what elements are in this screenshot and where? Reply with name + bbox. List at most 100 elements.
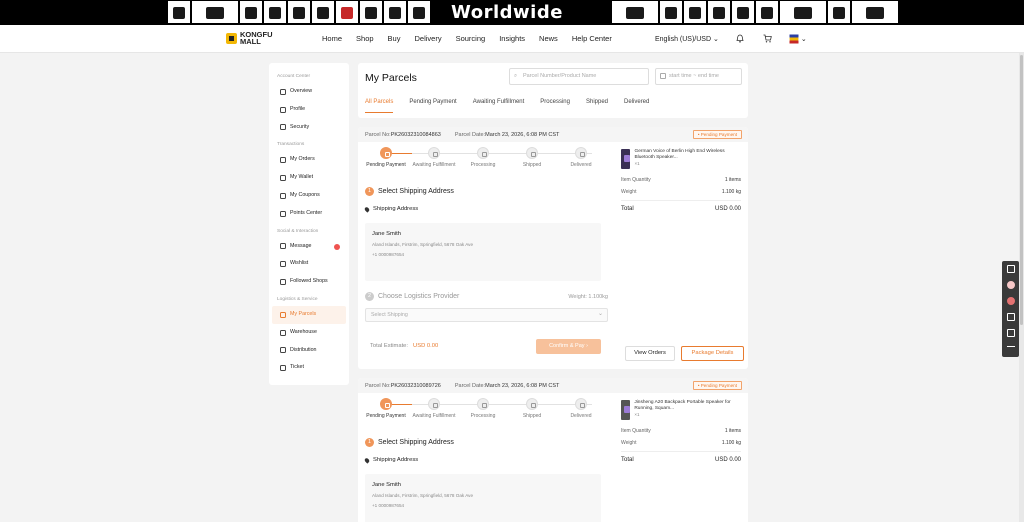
product-name: Jinsheng A20 Backpack Portable Speaker f… <box>634 400 731 411</box>
bell-icon[interactable] <box>733 34 747 45</box>
tab-processing[interactable]: Processing <box>540 96 570 113</box>
parcel-search-input[interactable]: ⌕ Parcel Number/Product Name <box>509 68 649 85</box>
nav-home[interactable]: Home <box>322 25 342 53</box>
total-estimate: Total Estimate: USD 0.00 <box>370 343 439 349</box>
language-selector[interactable]: English (US)/USD ⌄ <box>655 35 719 43</box>
banner-product-icon <box>660 1 682 23</box>
step-awaiting-fulfillment: Awaiting Fulfillment <box>410 398 458 419</box>
logistics-select[interactable]: Select Shipping <box>365 308 608 322</box>
sidebar-item-ticket[interactable]: Ticket <box>272 359 346 377</box>
status-badge: • Pending Payment <box>692 381 742 390</box>
banner-title: Worldwide Shopping <box>451 2 563 48</box>
site-logo[interactable]: KONGFU MALL <box>226 31 273 45</box>
sidebar-item-message[interactable]: Message <box>272 238 346 256</box>
item-quantity-row: Item Quantity 1 items <box>621 177 741 183</box>
tab-all-parcels[interactable]: All Parcels <box>365 96 394 113</box>
nav-delivery[interactable]: Delivery <box>414 25 441 53</box>
sidebar-item-warehouse[interactable]: Warehouse <box>272 324 346 342</box>
parcel-icon <box>280 311 286 318</box>
truck-icon <box>526 398 538 410</box>
logo-text-mall: MALL <box>240 37 261 46</box>
cart-icon[interactable] <box>761 34 775 45</box>
location-pin-icon <box>363 456 371 464</box>
nav-news[interactable]: News <box>539 25 558 53</box>
tab-shipped[interactable]: Shipped <box>586 96 608 113</box>
total-row: Total USD 0.00 <box>621 451 741 467</box>
sidebar-item-security[interactable]: Security <box>272 119 346 137</box>
sidebar-item-my-parcels[interactable]: My Parcels <box>272 305 346 324</box>
cart-shortcut-icon[interactable] <box>1002 261 1019 277</box>
progress-steps: Pending Payment Awaiting Fulfillment Pro… <box>362 147 600 175</box>
product-thumbnail <box>621 400 631 420</box>
sidebar-item-distribution[interactable]: Distribution <box>272 342 346 360</box>
sidebar-item-my-orders[interactable]: My Orders <box>272 151 346 169</box>
nav-buy[interactable]: Buy <box>388 25 401 53</box>
parcel-summary: Jinsheng A20 Backpack Portable Speaker f… <box>621 400 741 467</box>
parcel-card: Parcel No: PK26032310084863 Parcel Date: M… <box>358 127 748 369</box>
gift-shortcut-icon[interactable] <box>1002 293 1019 309</box>
banner-product-icon <box>336 1 358 23</box>
total-row: Total USD 0.00 <box>621 200 741 216</box>
sidebar-group-title: Transactions <box>277 142 305 148</box>
parcel-card-header: Parcel No: PK26032310089726 Parcel Date: M… <box>358 378 748 393</box>
shield-icon <box>280 124 286 131</box>
sidebar-item-wishlist[interactable]: Wishlist <box>272 255 346 273</box>
shipping-address-card[interactable]: Jane Smith Aland Islands, Firstrim, Spri… <box>365 474 601 522</box>
view-orders-button[interactable]: View Orders <box>625 346 675 361</box>
banner-product-icon <box>192 1 238 23</box>
sidebar-item-points-center[interactable]: Points Center <box>272 205 346 223</box>
tab-awaiting-fulfillment[interactable]: Awaiting Fulfillment <box>473 96 525 113</box>
help-icon[interactable] <box>1002 325 1019 341</box>
shipping-address-card[interactable]: Jane Smith Aland Islands, Firstrim, Spri… <box>365 223 601 281</box>
date-range-input[interactable]: start time ~ end time <box>655 68 742 85</box>
check-icon <box>575 398 587 410</box>
sidebar-item-followed-shops[interactable]: Followed Shops <box>272 273 346 291</box>
address-phone: +1 0000987654 <box>372 503 405 508</box>
status-badge: • Pending Payment <box>692 130 742 139</box>
nav-sourcing[interactable]: Sourcing <box>456 25 486 53</box>
banner-products-right <box>612 1 898 23</box>
sidebar-item-overview[interactable]: Overview <box>272 83 346 101</box>
avatar[interactable]: ⌄ <box>789 34 807 44</box>
banner-product-icon <box>312 1 334 23</box>
sidebar-item-my-coupons[interactable]: My Coupons <box>272 187 346 205</box>
step-delivered: Delivered <box>557 147 605 168</box>
banner-product-icon <box>708 1 730 23</box>
package-details-button[interactable]: Package Details <box>681 346 744 361</box>
weight-row: Weight 1.100 kg <box>621 440 741 446</box>
gear-icon <box>477 147 489 159</box>
tab-pending-payment[interactable]: Pending Payment <box>409 96 456 113</box>
coupon-shortcut-icon[interactable] <box>1002 277 1019 293</box>
product-item[interactable]: German Voice of Berlin High End Wireless… <box>621 149 741 169</box>
address-line: Aland Islands, Firstrim, Springfield, 56… <box>372 242 474 247</box>
nav-shop[interactable]: Shop <box>356 25 374 53</box>
gear-icon <box>477 398 489 410</box>
nav-help-center[interactable]: Help Center <box>572 25 612 53</box>
confirm-pay-button[interactable]: Confirm & Pay › <box>536 339 601 354</box>
step-shipped: Shipped <box>508 398 556 419</box>
promo-banner[interactable]: Worldwide Shopping <box>0 0 1024 48</box>
tab-delivered[interactable]: Delivered <box>624 96 649 113</box>
check-icon <box>575 147 587 159</box>
step-pending-payment: Pending Payment <box>362 398 410 419</box>
scrollbar-thumb[interactable] <box>1020 55 1023 325</box>
parcel-status-tabs: All Parcels Pending Payment Awaiting Ful… <box>365 96 665 113</box>
banner-product-icon <box>732 1 754 23</box>
mail-icon[interactable] <box>1002 309 1019 325</box>
sidebar-item-my-wallet[interactable]: My Wallet <box>272 169 346 187</box>
message-icon <box>280 243 286 250</box>
page-scrollbar[interactable] <box>1019 53 1024 522</box>
sidebar-item-profile[interactable]: Profile <box>272 101 346 119</box>
product-item[interactable]: Jinsheng A20 Backpack Portable Speaker f… <box>621 400 741 420</box>
product-thumbnail <box>621 149 631 169</box>
step-delivered: Delivered <box>557 398 605 419</box>
product-qty: ×1 <box>634 412 640 417</box>
site-header: KONGFU MALL Home Shop Buy Delivery Sourc… <box>0 25 1024 53</box>
chevron-down-icon: ⌄ <box>800 36 807 43</box>
parcel-date: March 23, 2026, 6:08 PM CST <box>485 382 560 389</box>
warehouse-icon <box>280 329 286 336</box>
nav-insights[interactable]: Insights <box>499 25 525 53</box>
back-to-top-icon[interactable] <box>1002 341 1019 357</box>
banner-product-icon <box>612 1 658 23</box>
section-select-shipping-address: 1 Select Shipping Address <box>365 438 454 447</box>
